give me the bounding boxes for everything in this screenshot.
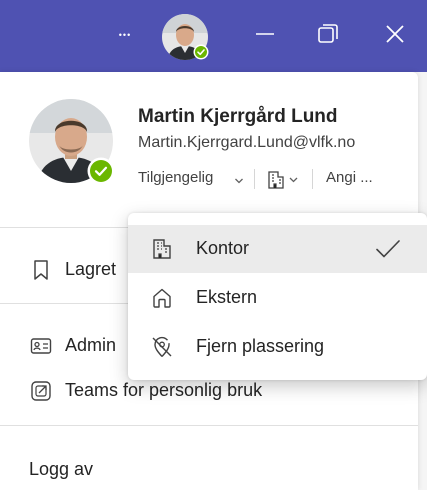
sign-out-item[interactable]: Logg av [29,459,93,480]
saved-item[interactable]: Lagret [65,259,116,280]
location-label: Kontor [196,238,250,258]
location-label: Fjern plassering [196,336,325,356]
profile-email: Martin.Kjerrgard.Lund@vlfk.no [138,134,356,151]
building-icon [268,171,298,189]
profile-name: Martin Kjerrgård Lund [138,106,338,127]
admin-item[interactable]: Admin [65,335,116,356]
location-menu: Kontor Ekstern Fjern plassering [128,213,427,380]
location-label: Ekstern [196,287,258,307]
more-icon: ••• [118,30,132,40]
location-off-icon [150,335,174,359]
minimize-icon [256,33,274,35]
teams-personal-item[interactable]: Teams for personlig bruk [65,380,262,401]
admin-card-icon [29,334,53,358]
divider [0,425,418,426]
account-avatar-button[interactable] [161,13,209,61]
more-options-button[interactable]: ••• [112,22,138,48]
divider [312,169,313,189]
restore-icon [318,24,338,43]
building-icon [150,237,174,261]
divider [254,169,255,189]
close-button[interactable] [383,22,407,46]
divider [0,303,128,304]
restore-button[interactable] [316,22,340,46]
location-clear-item[interactable]: Fjern plassering [128,323,427,371]
set-status-message[interactable]: Angi ... [326,169,373,186]
profile-avatar[interactable] [29,99,115,185]
minimize-button[interactable] [253,22,277,46]
chevron-down-icon[interactable] [234,171,244,191]
home-icon [150,286,174,310]
available-status-icon [193,44,209,60]
location-office-item[interactable]: Kontor [128,225,427,273]
close-icon [386,25,404,43]
location-remote-item[interactable]: Ekstern [128,274,427,322]
checkmark-icon [375,237,401,261]
open-external-icon [29,379,53,403]
bookmark-icon [29,258,53,282]
title-bar: ••• [0,0,427,72]
location-button[interactable] [266,169,300,191]
status-dropdown[interactable]: Tilgjengelig [138,169,213,186]
available-status-icon [87,157,115,185]
